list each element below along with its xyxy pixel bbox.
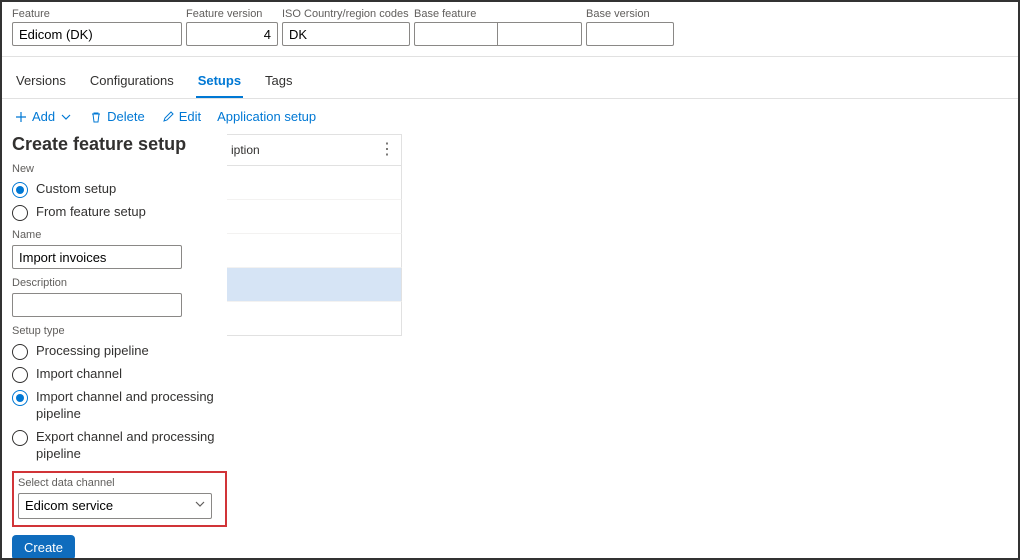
tab-tags[interactable]: Tags	[263, 67, 294, 98]
description-input[interactable]	[12, 293, 182, 317]
radio-import-channel-processing[interactable]: Import channel and processing pipeline	[12, 389, 227, 423]
radio-label: Custom setup	[36, 181, 116, 198]
radio-icon	[12, 182, 28, 198]
description-label: Description	[12, 277, 227, 289]
radio-label: From feature setup	[36, 204, 146, 221]
add-button[interactable]: Add	[14, 109, 73, 124]
field-base-feature: Base feature	[414, 8, 582, 46]
radio-processing-pipeline[interactable]: Processing pipeline	[12, 343, 227, 360]
edit-button[interactable]: Edit	[161, 109, 201, 124]
radio-label: Processing pipeline	[36, 343, 149, 360]
name-label: Name	[12, 229, 227, 241]
base-feature-input-2[interactable]	[498, 22, 582, 46]
grid-col-description[interactable]: iption ⋮	[222, 134, 402, 166]
radio-icon	[12, 430, 28, 446]
base-feature-input[interactable]	[414, 22, 498, 46]
delete-label: Delete	[107, 109, 145, 124]
table-row[interactable]	[222, 268, 402, 302]
select-data-channel-highlight: Select data channel Edicom service	[12, 471, 227, 527]
radio-label: Import channel and processing pipeline	[36, 389, 227, 423]
radio-label: Import channel	[36, 366, 122, 383]
radio-export-channel-processing[interactable]: Export channel and processing pipeline	[12, 429, 227, 463]
select-channel-label: Select data channel	[18, 477, 221, 489]
name-input[interactable]	[12, 245, 182, 269]
grid: iption ⋮	[222, 134, 402, 336]
edit-label: Edit	[179, 109, 201, 124]
radio-label: Export channel and processing pipeline	[36, 429, 227, 463]
radio-from-feature-setup[interactable]: From feature setup	[12, 204, 227, 221]
select-data-channel-dropdown[interactable]: Edicom service	[18, 493, 212, 519]
pencil-icon	[161, 110, 175, 124]
field-base-version: Base version	[586, 8, 674, 46]
iso-input[interactable]	[282, 22, 410, 46]
field-feature: Feature	[12, 8, 182, 46]
radio-icon	[12, 205, 28, 221]
tab-setups[interactable]: Setups	[196, 67, 243, 98]
setup-type-label: Setup type	[12, 325, 227, 337]
radio-icon	[12, 390, 28, 406]
radio-import-channel[interactable]: Import channel	[12, 366, 227, 383]
table-row[interactable]	[222, 302, 402, 336]
tab-versions[interactable]: Versions	[14, 67, 68, 98]
version-input[interactable]	[186, 22, 278, 46]
toolbar: Add Delete Edit Application setup	[2, 99, 1018, 134]
plus-icon	[14, 110, 28, 124]
more-icon[interactable]: ⋮	[379, 143, 395, 157]
field-version: Feature version	[186, 8, 278, 46]
radio-icon	[12, 344, 28, 360]
chevron-down-icon	[195, 499, 205, 512]
radio-custom-setup[interactable]: Custom setup	[12, 181, 227, 198]
delete-button[interactable]: Delete	[89, 109, 145, 124]
feature-label: Feature	[12, 8, 182, 20]
table-row[interactable]	[222, 234, 402, 268]
content-area: iption ⋮ Create feature setup New Custom…	[2, 134, 1018, 336]
tabs: Versions Configurations Setups Tags	[2, 57, 1018, 99]
version-label: Feature version	[186, 8, 278, 20]
app-window: Feature Feature version ISO Country/regi…	[0, 0, 1020, 560]
field-iso: ISO Country/region codes	[282, 8, 410, 46]
grid-col-label: iption	[231, 143, 260, 157]
base-feature-label: Base feature	[414, 8, 582, 20]
app-setup-link[interactable]: Application setup	[217, 109, 316, 124]
tab-configurations[interactable]: Configurations	[88, 67, 176, 98]
create-feature-setup-panel: Create feature setup New Custom setup Fr…	[12, 134, 227, 560]
header-fields: Feature Feature version ISO Country/regi…	[2, 2, 1018, 57]
iso-label: ISO Country/region codes	[282, 8, 410, 20]
add-label: Add	[32, 109, 55, 124]
radio-icon	[12, 367, 28, 383]
create-button[interactable]: Create	[12, 535, 75, 560]
table-row[interactable]	[222, 166, 402, 200]
select-value: Edicom service	[25, 498, 113, 513]
panel-title: Create feature setup	[12, 134, 227, 155]
chevron-down-icon	[59, 110, 73, 124]
trash-icon	[89, 110, 103, 124]
base-version-input[interactable]	[586, 22, 674, 46]
table-row[interactable]	[222, 200, 402, 234]
feature-input[interactable]	[12, 22, 182, 46]
new-section-label: New	[12, 163, 227, 175]
base-version-label: Base version	[586, 8, 674, 20]
